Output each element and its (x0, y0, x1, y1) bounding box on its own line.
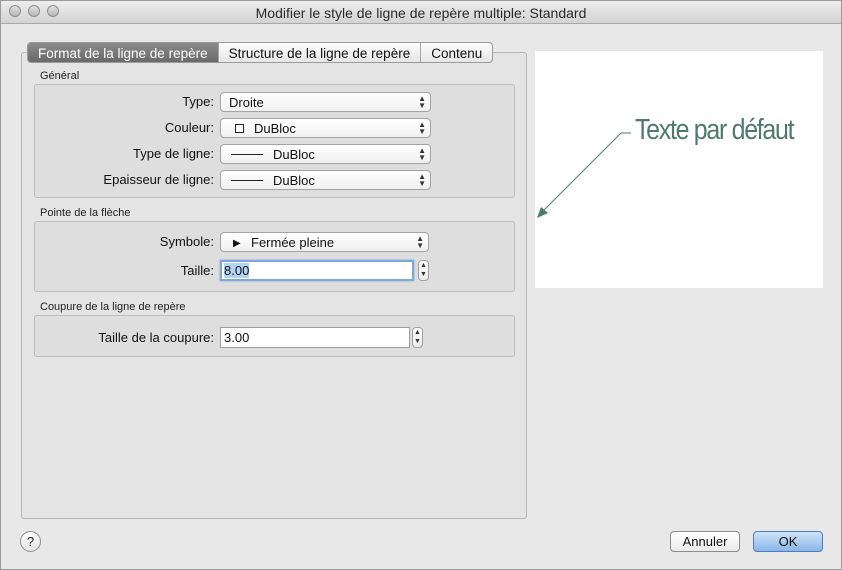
dialog-window: Modifier le style de ligne de repère mul… (0, 0, 842, 570)
taille-label: Taille: (180, 263, 214, 278)
break-group: Taille de la coupure: 3.00 ▲ ▼ (34, 315, 515, 357)
leader-arrowhead-icon (537, 207, 548, 218)
popup-arrows-icon: ▲ ▼ (418, 146, 426, 162)
title-bar: Modifier le style de ligne de repère mul… (1, 1, 841, 24)
taille-value: 8.00 (224, 263, 250, 278)
preview-pane: Texte par défaut (535, 51, 823, 288)
preview-text: Texte par défaut (635, 114, 795, 146)
symbole-label: Symbole: (159, 234, 214, 249)
taille-coupure-label: Taille de la coupure: (98, 330, 214, 345)
popup-arrows-icon: ▲ ▼ (416, 234, 424, 250)
type-ligne-label: Type de ligne: (133, 146, 214, 161)
couleur-value: DuBloc (254, 121, 296, 136)
taille-stepper[interactable]: ▲ ▼ (418, 260, 429, 281)
tab-panel: Général Type: Droite ▲ ▼ Couleur: DuBloc … (21, 52, 527, 519)
arrow-group: Symbole: ▶ Fermée pleine ▲ ▼ Taille: 8.00 … (34, 221, 515, 292)
taille-input[interactable]: 8.00 (220, 260, 414, 281)
epaisseur-value: DuBloc (273, 173, 315, 188)
section-general-label: Général (40, 70, 80, 82)
taille-coupure-value: 3.00 (224, 330, 250, 345)
type-ligne-value: DuBloc (273, 147, 315, 162)
section-arrow-label: Pointe de la flèche (40, 207, 131, 219)
closed-filled-arrow-icon: ▶ (233, 238, 241, 250)
couleur-popup[interactable]: DuBloc ▲ ▼ (220, 118, 431, 138)
symbole-value: Fermée pleine (251, 235, 335, 250)
popup-arrows-icon: ▲ ▼ (418, 94, 426, 110)
couleur-label: Couleur: (164, 120, 214, 135)
general-group: Type: Droite ▲ ▼ Couleur: DuBloc ▲ ▼ Type … (34, 84, 515, 198)
section-break-label: Coupure de la ligne de repère (40, 301, 186, 313)
taille-coupure-input[interactable]: 3.00 (220, 327, 410, 348)
taille-coupure-stepper[interactable]: ▲ ▼ (412, 327, 423, 348)
tab-contenu[interactable]: Contenu (421, 43, 492, 62)
symbole-popup[interactable]: ▶ Fermée pleine ▲ ▼ (220, 232, 429, 252)
tab-bar: Format de la ligne de repère Structure d… (27, 42, 494, 63)
cancel-button[interactable]: Annuler (670, 531, 740, 552)
tab-structure[interactable]: Structure de la ligne de repère (219, 43, 422, 62)
help-button[interactable]: ? (20, 531, 41, 552)
color-swatch-icon (235, 124, 244, 134)
window-title: Modifier le style de ligne de repère mul… (255, 5, 587, 21)
type-label: Type: (182, 94, 214, 109)
linetype-swatch-icon (231, 154, 263, 156)
type-value: Droite (229, 95, 264, 110)
type-ligne-popup[interactable]: DuBloc ▲ ▼ (220, 144, 431, 164)
epaisseur-label: Epaisseur de ligne: (103, 172, 214, 187)
type-popup[interactable]: Droite ▲ ▼ (220, 92, 431, 112)
lineweight-swatch-icon (231, 180, 263, 182)
popup-arrows-icon: ▲ ▼ (418, 172, 426, 188)
popup-arrows-icon: ▲ ▼ (418, 120, 426, 136)
ok-button[interactable]: OK (753, 531, 823, 552)
epaisseur-popup[interactable]: DuBloc ▲ ▼ (220, 170, 431, 190)
tab-format[interactable]: Format de la ligne de repère (28, 43, 219, 62)
leader-preview-graphic (537, 132, 631, 218)
